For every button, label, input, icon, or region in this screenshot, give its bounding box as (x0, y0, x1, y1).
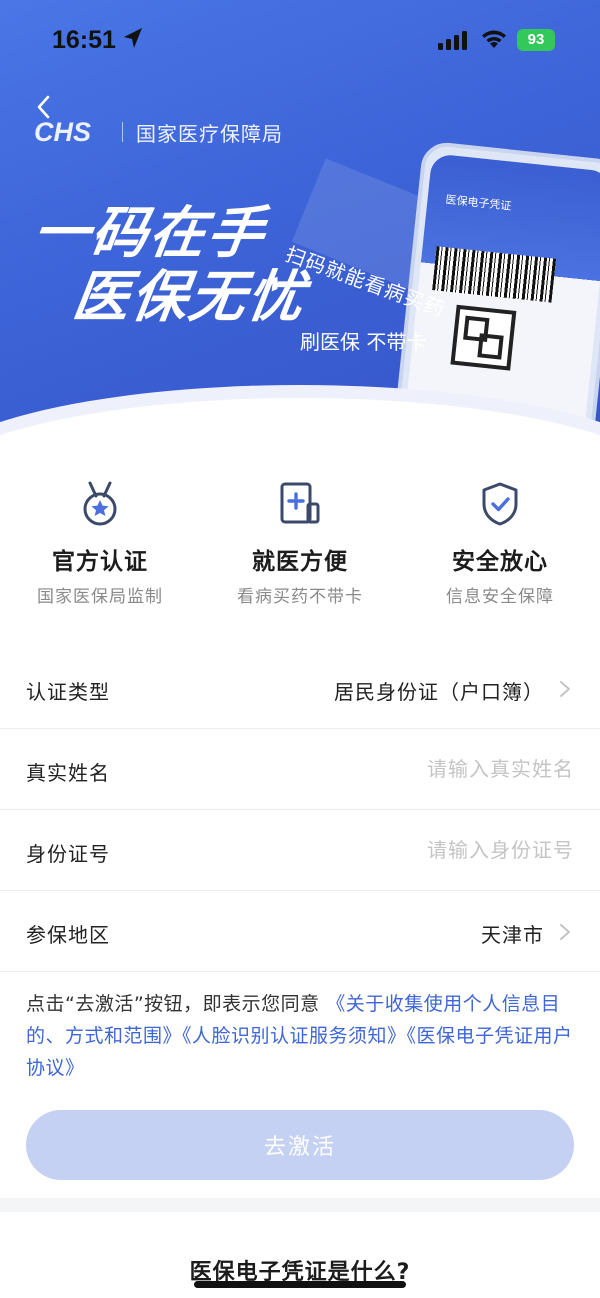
back-arrow-icon[interactable] (34, 94, 54, 120)
slogan-line2: 医保无忧 (68, 265, 310, 330)
home-indicator (194, 1281, 406, 1288)
feature-subtitle: 国家医保局监制 (37, 587, 163, 607)
chevron-right-icon[interactable] (558, 922, 572, 942)
qr-code-image (450, 304, 517, 371)
logo-divider (122, 122, 123, 142)
shield-check-icon (482, 482, 518, 526)
feature-title: 就医方便 (252, 549, 348, 575)
wifi-icon (482, 30, 506, 48)
id-label: 身份证号 (26, 842, 110, 866)
agreement-text: 点击“去激活”按钮，即表示您同意 《关于收集使用个人信息目的、方式和范围》《人脸… (26, 988, 578, 1084)
phone-title: 医保电子凭证 (444, 192, 512, 213)
signal-icon (438, 31, 467, 50)
chevron-right-icon[interactable] (558, 679, 572, 699)
cert-type-value[interactable]: 居民身份证（户口簿） (334, 676, 544, 705)
svg-text:CHS: CHS (34, 118, 91, 146)
hero-banner: 医保电子凭证 16:51 93 CHS 国家医疗保障局 一码在手 医保无忧 扫码… (0, 0, 600, 445)
name-label: 真实姓名 (26, 761, 110, 785)
location-arrow-icon (124, 28, 142, 48)
activation-form: 认证类型 居民身份证（户口簿） 真实姓名 身份证号 参保地区 天津市 (0, 648, 600, 972)
feature-convenient: 就医方便 看病买药不带卡 (200, 480, 400, 610)
battery-icon: 93 (517, 29, 555, 51)
feature-secure: 安全放心 信息安全保障 (400, 480, 600, 610)
org-name: 国家医疗保障局 (136, 122, 283, 146)
feature-title: 安全放心 (452, 549, 548, 575)
region-label: 参保地区 (26, 923, 110, 947)
feature-list: 官方认证 国家医保局监制 就医方便 看病买药不带卡 安全放心 信息安全保障 (0, 480, 600, 610)
name-row: 真实姓名 (0, 729, 600, 810)
activate-button[interactable]: 去激活 (26, 1110, 574, 1180)
feature-subtitle: 信息安全保障 (446, 587, 554, 607)
region-value[interactable]: 天津市 (481, 919, 544, 948)
tagline-card: 刷医保 不带卡 (300, 330, 427, 354)
name-input[interactable] (274, 751, 574, 787)
section-divider (0, 1198, 600, 1212)
feature-title: 官方认证 (52, 549, 148, 575)
feature-official: 官方认证 国家医保局监制 (0, 480, 200, 610)
cert-type-row[interactable]: 认证类型 居民身份证（户口簿） (0, 648, 600, 729)
region-row[interactable]: 参保地区 天津市 (0, 891, 600, 972)
medical-card-icon (280, 482, 320, 524)
id-row: 身份证号 (0, 810, 600, 891)
id-number-input[interactable] (274, 832, 574, 868)
barcode-image (432, 246, 557, 303)
face-recognition-notice-link[interactable]: 《人脸识别认证服务须知》 (182, 1025, 407, 1047)
status-time: 16:51 (52, 26, 116, 54)
agreement-prefix: 点击“去激活”按钮，即表示您同意 (26, 993, 320, 1015)
feature-subtitle: 看病买药不带卡 (237, 587, 363, 607)
cert-type-label: 认证类型 (26, 680, 110, 704)
status-bar: 16:51 93 (0, 0, 600, 80)
medal-icon (83, 481, 117, 526)
chs-logo-icon: CHS (34, 118, 91, 146)
